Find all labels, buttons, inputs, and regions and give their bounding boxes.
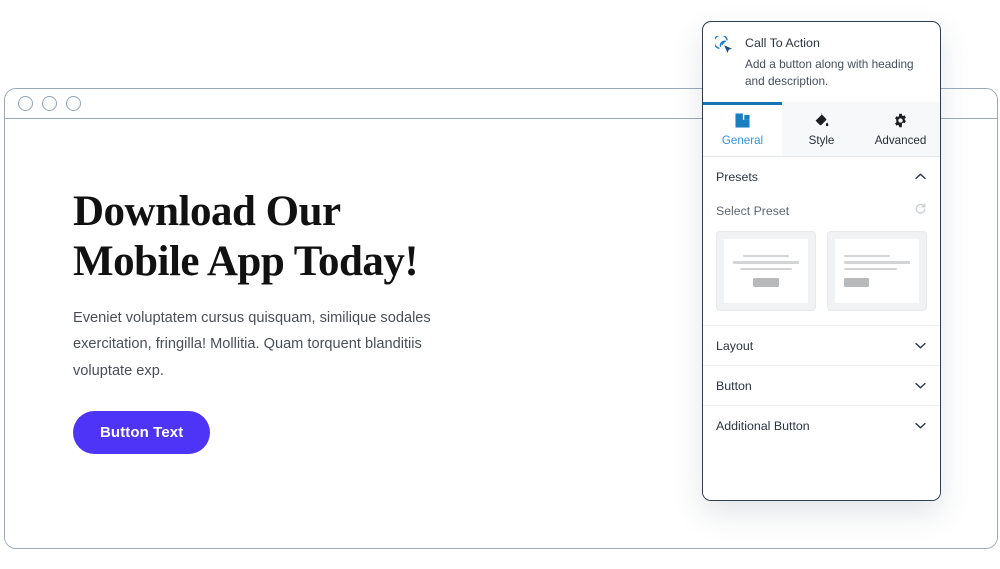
chevron-down-icon (914, 379, 927, 392)
paint-bucket-icon (813, 112, 830, 129)
tab-style[interactable]: Style (782, 102, 861, 156)
section-button[interactable]: Button (703, 365, 940, 406)
select-preset-label: Select Preset (716, 203, 790, 218)
preset-option-centered[interactable] (716, 230, 816, 311)
cta-primary-button[interactable]: Button Text (73, 411, 211, 455)
select-preset-row: Select Preset (716, 202, 927, 220)
panel-body: Presets Select Preset Layout Button Addi… (703, 156, 940, 500)
cta-heading: Download Our Mobile App Today! (73, 188, 419, 285)
chevron-up-icon (914, 170, 927, 183)
presets-content: Select Preset (703, 196, 940, 325)
preset-grid (716, 230, 927, 311)
cta-description: Eveniet voluptatem cursus quisquam, simi… (73, 309, 431, 379)
panel-title: Call To Action (745, 36, 820, 50)
preset-option-left[interactable] (827, 230, 927, 311)
chevron-down-icon (914, 419, 927, 432)
panel-subtitle: Add a button along with heading and desc… (745, 57, 914, 89)
tab-advanced[interactable]: Advanced (861, 102, 940, 156)
panel-tabs: General Style Advanced (703, 102, 940, 157)
reset-circle-icon[interactable] (914, 202, 927, 220)
section-button-label: Button (716, 378, 752, 393)
window-dot-close-icon[interactable] (18, 96, 33, 111)
window-dot-maximize-icon[interactable] (66, 96, 81, 111)
section-layout[interactable]: Layout (703, 325, 940, 366)
window-dot-minimize-icon[interactable] (42, 96, 57, 111)
tab-general-label: General (721, 134, 764, 148)
tab-advanced-label: Advanced (874, 134, 927, 148)
panel-header: Call To Action Add a button along with h… (703, 22, 940, 102)
chevron-down-icon (914, 339, 927, 352)
tab-general[interactable]: General (703, 102, 782, 156)
section-additional-button[interactable]: Additional Button (703, 405, 940, 445)
section-presets-label: Presets (716, 169, 759, 184)
screen-root: Download Our Mobile App Today! Eveniet v… (0, 0, 1000, 569)
widget-settings-panel: Call To Action Add a button along with h… (702, 21, 941, 501)
section-presets[interactable]: Presets (703, 156, 940, 196)
section-additional-button-label: Additional Button (716, 418, 810, 433)
tab-style-label: Style (808, 134, 835, 148)
section-layout-label: Layout (716, 338, 754, 353)
block-square-icon (735, 112, 750, 129)
click-target-icon (713, 34, 735, 56)
gear-icon (893, 112, 908, 129)
